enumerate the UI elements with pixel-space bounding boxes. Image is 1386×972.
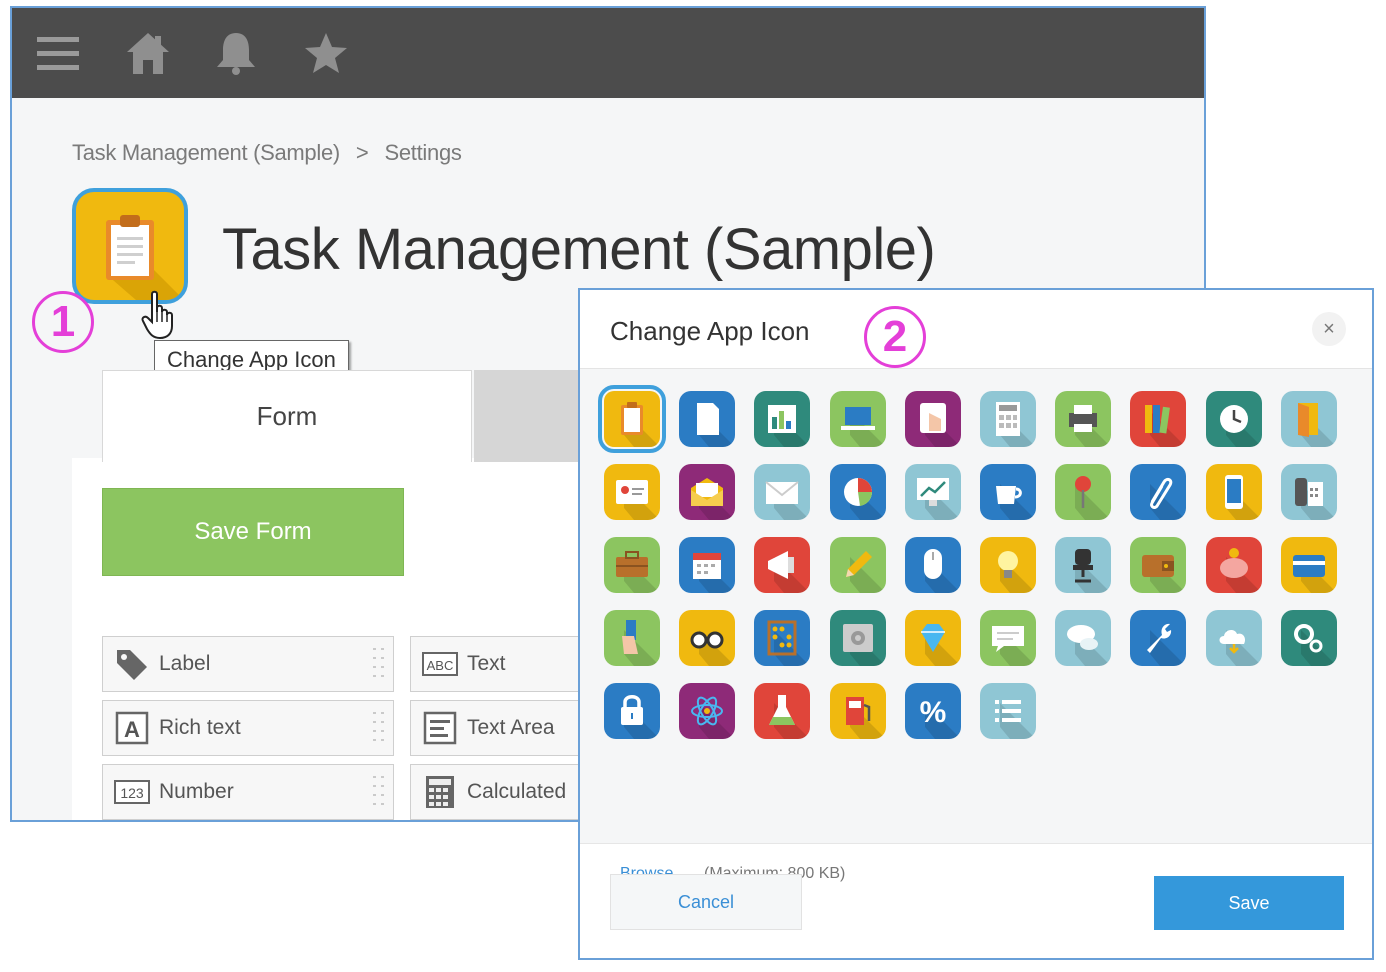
diamond-icon[interactable] bbox=[904, 610, 961, 666]
step-2-marker: 2 bbox=[864, 306, 926, 368]
flask-icon[interactable] bbox=[754, 683, 811, 739]
hand-touch-icon[interactable] bbox=[904, 391, 961, 447]
save-button[interactable]: Save bbox=[1154, 876, 1344, 930]
field-item-calculated[interactable]: Calculated bbox=[410, 764, 600, 820]
field-item-label[interactable]: Label bbox=[102, 636, 394, 692]
drag-handle-icon[interactable] bbox=[371, 709, 387, 747]
bell-icon[interactable] bbox=[210, 8, 262, 98]
home-icon[interactable] bbox=[122, 8, 174, 98]
lightbulb-icon[interactable] bbox=[980, 537, 1036, 593]
mouse-icon[interactable] bbox=[904, 537, 961, 593]
field-label-text: Label bbox=[159, 652, 211, 675]
text-area-icon bbox=[419, 707, 461, 749]
close-button[interactable]: × bbox=[1312, 312, 1346, 346]
list-icon[interactable] bbox=[980, 683, 1036, 739]
tag-icon bbox=[111, 643, 153, 685]
field-item-text-area[interactable]: Text Area bbox=[410, 700, 600, 756]
fax-phone-icon[interactable] bbox=[1280, 464, 1337, 520]
svg-text:%: % bbox=[919, 696, 946, 729]
hand-cursor-icon bbox=[141, 290, 173, 340]
breadcrumb-separator: > bbox=[355, 140, 369, 165]
field-label-text: Text Area bbox=[467, 716, 555, 739]
step-1-marker: 1 bbox=[32, 291, 94, 353]
calculator-icon[interactable] bbox=[980, 391, 1036, 447]
field-label-text: Text bbox=[467, 652, 506, 675]
field-item-rich-text[interactable]: A Rich text bbox=[102, 700, 394, 756]
svg-text:123: 123 bbox=[120, 785, 144, 801]
abc-text-icon: ABC bbox=[419, 643, 461, 685]
top-navigation-bar bbox=[12, 8, 1204, 98]
field-label-text: Calculated bbox=[467, 780, 567, 803]
rich-text-icon: A bbox=[111, 707, 153, 749]
paperclip-icon[interactable] bbox=[1130, 464, 1187, 520]
bar-chart-icon[interactable] bbox=[754, 391, 811, 447]
printer-icon[interactable] bbox=[1055, 391, 1112, 447]
lock-icon[interactable] bbox=[604, 683, 660, 739]
icon-selection-grid: % Browse (Maximum: 800 KB) bbox=[580, 369, 1372, 882]
app-icon-button[interactable] bbox=[72, 188, 188, 304]
breadcrumb-current: Settings bbox=[384, 140, 462, 165]
breadcrumb-app-link[interactable]: Task Management (Sample) bbox=[72, 140, 340, 166]
abacus-icon[interactable] bbox=[754, 610, 811, 666]
dialog-title: Change App Icon bbox=[610, 316, 810, 346]
cloud-icon[interactable] bbox=[1205, 610, 1262, 666]
drag-handle-icon[interactable] bbox=[371, 773, 387, 811]
star-icon[interactable] bbox=[300, 8, 352, 98]
laptop-icon[interactable] bbox=[829, 391, 886, 447]
office-chair-icon[interactable] bbox=[1055, 537, 1112, 593]
field-item-text[interactable]: ABC Text bbox=[410, 636, 600, 692]
drag-handle-icon[interactable] bbox=[371, 645, 387, 683]
safe-icon[interactable] bbox=[829, 610, 886, 666]
clock-icon[interactable] bbox=[1205, 391, 1262, 447]
chat-bubbles-icon[interactable] bbox=[1055, 610, 1112, 666]
svg-text:A: A bbox=[124, 717, 140, 742]
envelope-icon[interactable] bbox=[754, 464, 811, 520]
card-in-hand-icon[interactable] bbox=[604, 610, 660, 666]
menu-icon[interactable] bbox=[32, 8, 84, 98]
number-icon: 123 bbox=[111, 771, 153, 813]
save-form-button[interactable]: Save Form bbox=[102, 488, 404, 576]
pencil-icon[interactable] bbox=[829, 537, 886, 593]
gears-icon[interactable] bbox=[1280, 610, 1337, 666]
document-icon[interactable] bbox=[679, 391, 736, 447]
atom-icon[interactable] bbox=[679, 683, 736, 739]
smartphone-icon[interactable] bbox=[1205, 464, 1262, 520]
piggy-bank-icon[interactable] bbox=[1205, 537, 1262, 593]
wallet-icon[interactable] bbox=[1130, 537, 1187, 593]
field-label-text: Number bbox=[159, 780, 234, 803]
breadcrumb: Task Management (Sample) > Settings bbox=[72, 140, 462, 166]
clipboard-icon[interactable] bbox=[598, 385, 666, 453]
change-app-icon-dialog: Change App Icon 2 × % Browse (Maximum: 8… bbox=[578, 288, 1374, 960]
field-item-number[interactable]: 123 Number bbox=[102, 764, 394, 820]
glasses-icon[interactable] bbox=[679, 610, 736, 666]
monitor-chart-icon[interactable] bbox=[904, 464, 961, 520]
id-card-icon[interactable] bbox=[604, 464, 660, 520]
tab-form[interactable]: Form bbox=[102, 370, 472, 462]
pushpin-icon[interactable] bbox=[1055, 464, 1112, 520]
credit-card-icon[interactable] bbox=[1280, 537, 1337, 593]
door-icon[interactable] bbox=[1280, 391, 1337, 447]
dialog-header: Change App Icon 2 × bbox=[580, 290, 1372, 369]
speech-bubble-icon[interactable] bbox=[980, 610, 1036, 666]
cancel-button[interactable]: Cancel bbox=[610, 874, 802, 930]
megaphone-icon[interactable] bbox=[754, 537, 811, 593]
calendar-icon[interactable] bbox=[679, 537, 736, 593]
field-label-text: Rich text bbox=[159, 716, 241, 739]
page-title: Task Management (Sample) bbox=[222, 217, 936, 282]
pie-chart-icon[interactable] bbox=[829, 464, 886, 520]
fuel-pump-icon[interactable] bbox=[829, 683, 886, 739]
svg-text:ABC: ABC bbox=[427, 658, 454, 673]
clipboard-icon bbox=[106, 215, 184, 300]
percent-icon[interactable]: % bbox=[904, 683, 961, 739]
calculator-icon bbox=[419, 771, 461, 813]
coffee-cup-icon[interactable] bbox=[980, 464, 1036, 520]
wrench-icon[interactable] bbox=[1130, 610, 1187, 666]
briefcase-icon[interactable] bbox=[604, 537, 660, 593]
binders-icon[interactable] bbox=[1130, 391, 1187, 447]
envelope-open-icon[interactable] bbox=[679, 464, 736, 520]
